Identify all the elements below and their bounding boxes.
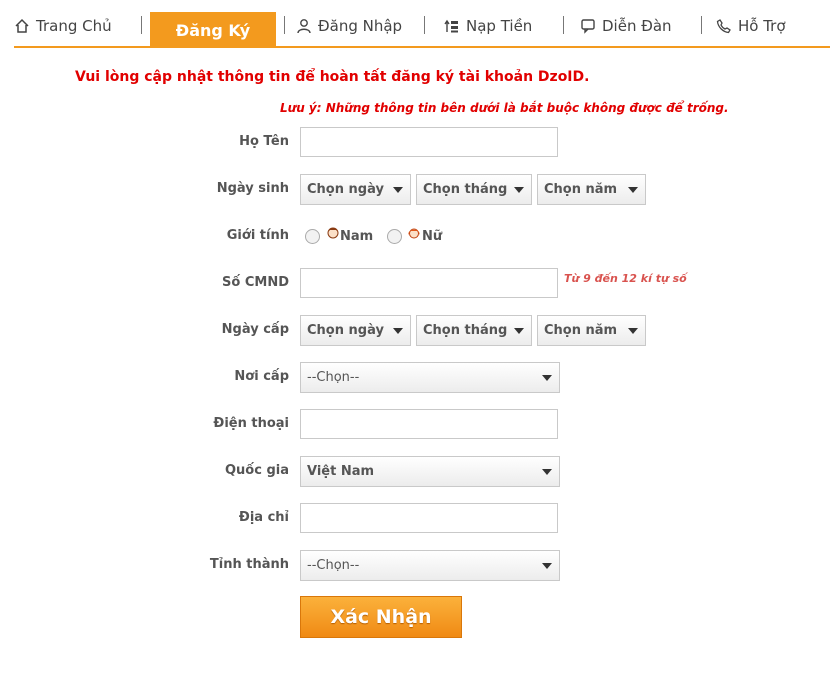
nav-item-home[interactable]: Trang Chủ bbox=[14, 16, 112, 36]
birth-month-value: Chọn tháng bbox=[423, 182, 508, 197]
chevron-down-icon bbox=[542, 469, 552, 475]
birth-label: Ngày sinh bbox=[216, 181, 289, 196]
phone-input[interactable] bbox=[300, 409, 558, 439]
fullname-label: Họ Tên bbox=[239, 134, 289, 149]
home-icon bbox=[15, 18, 29, 33]
nav-divider bbox=[424, 16, 425, 34]
nav-item-label: Diễn Đàn bbox=[602, 17, 672, 35]
province-label: Tỉnh thành bbox=[209, 557, 289, 572]
chevron-down-icon bbox=[628, 187, 638, 193]
issue-place-select[interactable]: --Chọn-- bbox=[300, 362, 560, 393]
nav-item-label: Nạp Tiền bbox=[466, 17, 533, 35]
chevron-down-icon bbox=[393, 187, 403, 193]
issue-year-value: Chọn năm bbox=[544, 323, 618, 338]
birth-day-select[interactable]: Chọn ngày bbox=[300, 174, 411, 205]
fullname-input[interactable] bbox=[300, 127, 558, 157]
nav-item-label: Đăng Nhập bbox=[318, 17, 403, 35]
topup-icon bbox=[444, 19, 458, 33]
nav-item-forum[interactable]: Diễn Đàn bbox=[580, 16, 672, 36]
nav-item-login[interactable]: Đăng Nhập bbox=[296, 16, 402, 36]
chevron-down-icon bbox=[393, 328, 403, 334]
nav-item-label: Trang Chủ bbox=[36, 17, 112, 35]
gender-female-label: Nữ bbox=[422, 229, 443, 244]
gender-male-radio[interactable] bbox=[305, 229, 320, 244]
country-label: Quốc gia bbox=[224, 463, 289, 478]
nav-underline bbox=[14, 46, 830, 48]
chevron-down-icon bbox=[514, 328, 524, 334]
chevron-down-icon bbox=[514, 187, 524, 193]
nav-divider bbox=[701, 16, 702, 34]
id-number-hint: Từ 9 đến 12 kí tự số bbox=[564, 272, 687, 285]
birth-year-select[interactable]: Chọn năm bbox=[537, 174, 646, 205]
tab-register[interactable]: Đăng Ký bbox=[150, 12, 276, 48]
issue-date-label: Ngày cấp bbox=[221, 322, 289, 337]
chevron-down-icon bbox=[628, 328, 638, 334]
issue-place-label: Nơi cấp bbox=[234, 369, 289, 384]
country-select[interactable]: Việt Nam bbox=[300, 456, 560, 487]
issue-month-value: Chọn tháng bbox=[423, 323, 508, 338]
phone-icon bbox=[716, 19, 731, 34]
birth-month-select[interactable]: Chọn tháng bbox=[416, 174, 532, 205]
top-navigation: Trang Chủ Đăng Ký Đăng Nhập Nạp Tiền Diễ… bbox=[0, 0, 840, 48]
nav-divider bbox=[563, 16, 564, 34]
submit-label: Xác Nhận bbox=[330, 606, 432, 628]
address-label: Địa chỉ bbox=[238, 510, 289, 525]
id-number-input[interactable] bbox=[300, 268, 558, 298]
nav-item-label: Hỗ Trợ bbox=[738, 17, 786, 35]
birth-year-value: Chọn năm bbox=[544, 182, 618, 197]
nav-item-support[interactable]: Hỗ Trợ bbox=[716, 16, 786, 36]
nav-item-topup[interactable]: Nạp Tiền bbox=[444, 16, 532, 36]
phone-label: Điện thoại bbox=[213, 416, 289, 431]
province-select[interactable]: --Chọn-- bbox=[300, 550, 560, 581]
chevron-down-icon bbox=[542, 375, 552, 381]
chat-icon bbox=[581, 19, 595, 34]
country-value: Việt Nam bbox=[307, 464, 375, 479]
issue-day-value: Chọn ngày bbox=[307, 323, 384, 338]
nav-divider bbox=[284, 16, 285, 34]
nav-divider bbox=[141, 16, 142, 34]
issue-month-select[interactable]: Chọn tháng bbox=[416, 315, 532, 346]
male-avatar-icon bbox=[327, 227, 339, 239]
tab-register-label: Đăng Ký bbox=[175, 20, 251, 40]
chevron-down-icon bbox=[542, 563, 552, 569]
update-notice: Vui lòng cập nhật thông tin để hoàn tất … bbox=[75, 69, 590, 85]
issue-year-select[interactable]: Chọn năm bbox=[537, 315, 646, 346]
issue-day-select[interactable]: Chọn ngày bbox=[300, 315, 411, 346]
gender-male-label: Nam bbox=[340, 229, 374, 244]
issue-place-value: --Chọn-- bbox=[307, 370, 360, 385]
user-icon bbox=[297, 19, 311, 34]
required-note: Lưu ý: Những thông tin bên dưới là bắt b… bbox=[280, 101, 729, 115]
submit-button[interactable]: Xác Nhận bbox=[300, 596, 462, 638]
gender-female-radio[interactable] bbox=[387, 229, 402, 244]
female-avatar-icon bbox=[408, 228, 420, 239]
address-input[interactable] bbox=[300, 503, 558, 533]
birth-day-value: Chọn ngày bbox=[307, 182, 384, 197]
gender-label: Giới tính bbox=[226, 228, 289, 243]
province-value: --Chọn-- bbox=[307, 558, 360, 573]
id-number-label: Số CMND bbox=[222, 275, 289, 290]
